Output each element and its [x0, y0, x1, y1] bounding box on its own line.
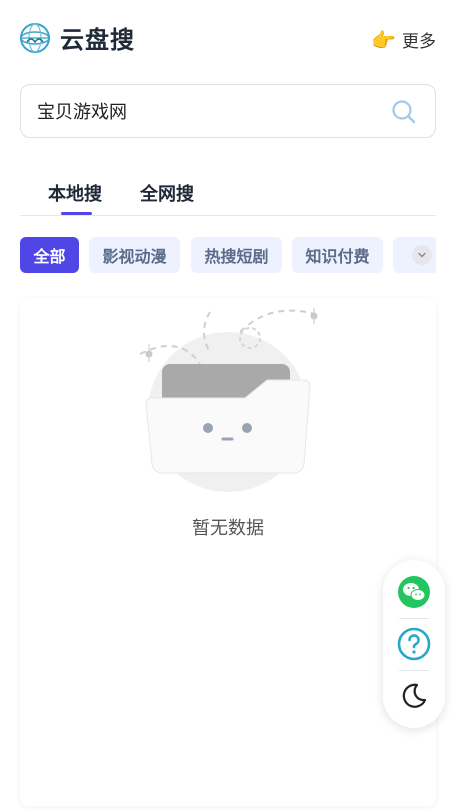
search-tabs: 本地搜 全网搜	[20, 170, 436, 216]
header: 云盘搜 👉 更多	[0, 0, 456, 76]
help-button[interactable]	[397, 627, 431, 661]
tab-local-search[interactable]: 本地搜	[48, 180, 102, 206]
wechat-icon	[398, 576, 430, 608]
more-link[interactable]: 👉 更多	[371, 27, 436, 53]
floating-toolbar	[383, 560, 445, 728]
help-icon	[397, 627, 431, 661]
moon-icon	[402, 683, 427, 708]
theme-toggle-button[interactable]	[397, 679, 431, 713]
toolbar-divider	[399, 670, 429, 671]
app-title: 云盘搜	[60, 26, 135, 54]
chevron-down-icon	[418, 252, 426, 258]
results-panel: 暂无数据	[20, 298, 436, 806]
active-tab-indicator	[61, 212, 92, 215]
search-box	[20, 84, 436, 138]
filter-chip-paid-knowledge[interactable]: 知识付费	[292, 237, 383, 273]
wechat-button[interactable]	[397, 575, 431, 609]
expand-filters-button[interactable]	[412, 245, 432, 265]
empty-state-message: 暂无数据	[192, 518, 264, 539]
toolbar-divider	[399, 618, 429, 619]
category-filters: 全部 影视动漫 热搜短剧 知识付费	[20, 237, 436, 273]
filter-chip-short-drama[interactable]: 热搜短剧	[191, 237, 282, 273]
pointing-hand-icon: 👉	[371, 27, 396, 52]
filter-chip-all[interactable]: 全部	[20, 237, 79, 273]
filter-chip-film-anime[interactable]: 影视动漫	[89, 237, 180, 273]
logo-icon[interactable]	[19, 22, 51, 54]
tab-web-search[interactable]: 全网搜	[140, 180, 194, 206]
more-label: 更多	[402, 32, 436, 52]
search-icon[interactable]	[391, 99, 417, 125]
search-input[interactable]	[37, 85, 377, 137]
empty-folder-icon	[140, 308, 318, 492]
